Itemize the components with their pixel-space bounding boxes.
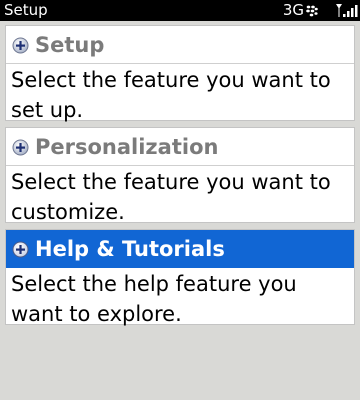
menu-card-help-tutorials[interactable]: Help & Tutorials Select the help feature…: [5, 229, 355, 326]
status-bar: Setup 3G: [0, 0, 360, 21]
card-title: Setup: [35, 33, 105, 57]
expand-plus-icon: [12, 241, 29, 258]
menu-card-setup[interactable]: Setup Select the feature you want to set…: [5, 25, 355, 122]
card-description: Select the feature you want to customize…: [11, 170, 331, 224]
blackberry-logo-icon: [306, 5, 318, 17]
status-title: Setup: [4, 1, 48, 19]
card-header-personalization[interactable]: Personalization: [6, 128, 354, 166]
card-title: Help & Tutorials: [35, 237, 225, 261]
card-header-setup[interactable]: Setup: [6, 26, 354, 64]
signal-strength-icon: [336, 4, 358, 17]
expand-plus-icon: [12, 37, 29, 54]
expand-plus-icon: [12, 139, 29, 156]
network-type-label: 3G: [282, 1, 304, 19]
card-description: Select the help feature you want to expl…: [11, 272, 297, 326]
card-header-help-tutorials[interactable]: Help & Tutorials: [6, 230, 354, 268]
menu-card-personalization[interactable]: Personalization Select the feature you w…: [5, 127, 355, 224]
card-description: Select the feature you want to set up.: [11, 68, 331, 122]
card-title: Personalization: [35, 135, 219, 159]
